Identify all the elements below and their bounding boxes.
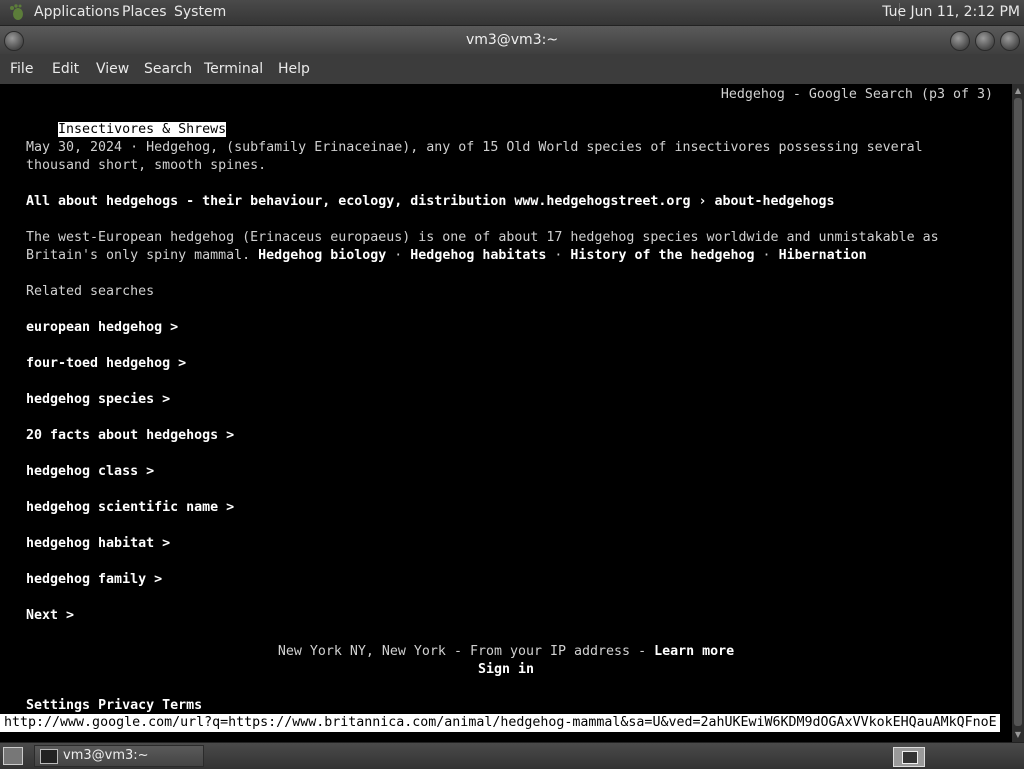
terms-link[interactable]: Terms [162, 698, 202, 713]
scroll-up-arrow-icon[interactable]: ▲ [1013, 86, 1023, 96]
snippet-line: thousand short, smooth spines. [26, 158, 267, 173]
related-search-link[interactable]: hedgehog class > [26, 463, 154, 481]
separator: · [386, 248, 411, 263]
minimize-icon[interactable] [950, 31, 970, 51]
workspace-window-icon [902, 751, 918, 764]
clock[interactable]: Tue Jun 11, 2:12 PM [882, 4, 1020, 20]
location-text: New York NY, New York - From your IP add… [277, 644, 655, 659]
related-search-link[interactable]: hedgehog species > [26, 391, 170, 409]
workspace-switcher[interactable] [893, 747, 925, 767]
heading-text: nsectivores & Shrews [66, 122, 227, 137]
related-search-link[interactable]: european hedgehog > [26, 319, 178, 337]
snippet-line-links: Britain's only spiny mammal. Hedgehog bi… [26, 247, 867, 265]
related-search-link[interactable]: hedgehog habitat > [26, 535, 170, 553]
snippet-line: May 30, 2024 · Hedgehog, (subfamily Erin… [26, 140, 923, 155]
menu-terminal[interactable]: Terminal [204, 61, 263, 77]
menu-help[interactable]: Help [278, 61, 310, 77]
menu-edit[interactable]: Edit [52, 61, 79, 77]
scroll-thumb[interactable] [1014, 98, 1022, 726]
close-icon[interactable] [1000, 31, 1020, 51]
terminal-icon [40, 749, 58, 764]
menu-view[interactable]: View [96, 61, 129, 77]
window-title: vm3@vm3:~ [465, 32, 559, 48]
separator: · [546, 248, 571, 263]
link-hedgehog-biology[interactable]: Hedgehog biology [258, 248, 386, 263]
related-search-link[interactable]: four-toed hedgehog > [26, 355, 186, 373]
status-bar-url: http://www.google.com/url?q=https://www.… [0, 714, 1000, 732]
maximize-icon[interactable] [975, 31, 995, 51]
link-history-of-hedgehog[interactable]: History of the hedgehog [570, 248, 754, 263]
settings-link[interactable]: Settings [26, 698, 90, 713]
learn-more-link[interactable]: Learn more [654, 644, 734, 659]
cursor: I [58, 122, 67, 137]
taskbar-window-button[interactable]: vm3@vm3:~ [34, 745, 204, 767]
places-menu[interactable]: Places [122, 4, 167, 20]
sign-in-link[interactable]: Sign in [0, 661, 1012, 679]
separator: · [754, 248, 779, 263]
next-page-link[interactable]: Next > [26, 607, 74, 625]
terminal-area[interactable]: Hedgehog - Google Search (p3 of 3) Insec… [0, 84, 1012, 742]
top-panel: Applications Places System Tue Jun 11, 2… [0, 0, 1024, 26]
window-titlebar[interactable]: vm3@vm3:~ [0, 26, 1024, 54]
link-hibernation[interactable]: Hibernation [779, 248, 867, 263]
show-desktop-icon[interactable] [3, 747, 23, 765]
terminal-scrollbar[interactable]: ▲ ▼ [1012, 84, 1024, 742]
menu-search[interactable]: Search [144, 61, 192, 77]
menu-file[interactable]: File [10, 61, 33, 77]
applications-menu[interactable]: Applications [34, 4, 120, 20]
snippet-text: Britain's only spiny mammal. [26, 248, 259, 263]
related-searches-heading: Related searches [26, 284, 155, 299]
result-link-hedgehogstreet[interactable]: All about hedgehogs - their behaviour, e… [26, 193, 835, 211]
scroll-down-arrow-icon[interactable]: ▼ [1013, 730, 1023, 740]
gnome-foot-icon[interactable] [8, 3, 26, 21]
related-search-link[interactable]: hedgehog scientific name > [26, 499, 234, 517]
system-menu[interactable]: System [174, 4, 226, 20]
privacy-link[interactable]: Privacy [98, 698, 154, 713]
related-search-link[interactable]: 20 facts about hedgehogs > [26, 427, 234, 445]
taskbar-window-label: vm3@vm3:~ [63, 748, 149, 763]
page-indicator: Hedgehog - Google Search (p3 of 3) [720, 87, 993, 102]
link-hedgehog-habitats[interactable]: Hedgehog habitats [410, 248, 546, 263]
location-line: New York NY, New York - From your IP add… [0, 643, 1012, 661]
bottom-taskbar: vm3@vm3:~ [0, 742, 1024, 769]
menubar: File Edit View Search Terminal Help [0, 54, 1024, 84]
snippet-line: The west-European hedgehog (Erinaceus eu… [26, 230, 939, 245]
related-search-link[interactable]: hedgehog family > [26, 571, 162, 589]
footer-links: Settings Privacy Terms [26, 697, 202, 715]
